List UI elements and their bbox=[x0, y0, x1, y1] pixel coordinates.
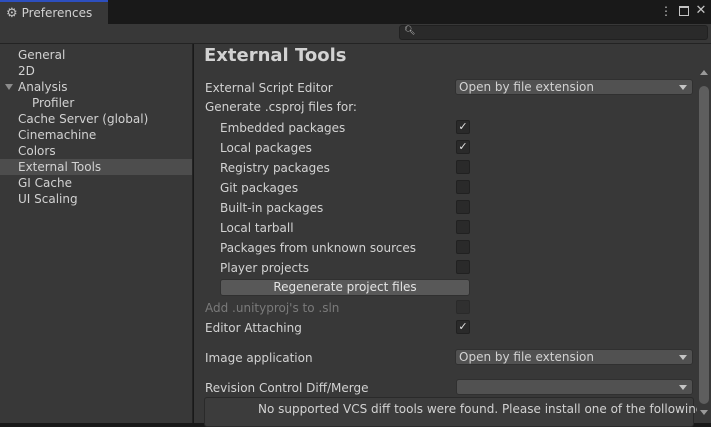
package-label-player-projects: Player projects bbox=[220, 261, 310, 275]
package-label-unknown-sources: Packages from unknown sources bbox=[220, 241, 416, 255]
sidebar-item-profiler[interactable]: Profiler bbox=[0, 95, 192, 111]
package-label-builtin: Built-in packages bbox=[220, 201, 324, 215]
git-packages-checkbox[interactable] bbox=[456, 180, 470, 194]
more-options-icon[interactable]: ⋮ bbox=[659, 4, 673, 18]
dropdown-value: Open by file extension bbox=[459, 80, 594, 94]
sidebar-item-cache-server[interactable]: Cache Server (global) bbox=[0, 111, 192, 127]
chevron-down-icon bbox=[679, 85, 687, 90]
sidebar-item-general[interactable]: General bbox=[0, 47, 192, 63]
foldout-expanded-icon[interactable] bbox=[5, 84, 13, 90]
image-application-dropdown[interactable]: Open by file extension bbox=[455, 349, 693, 365]
editor-attaching-label: Editor Attaching bbox=[205, 321, 302, 335]
package-label-git: Git packages bbox=[220, 181, 299, 195]
package-label-local-tarball: Local tarball bbox=[220, 221, 294, 235]
package-label-local: Local packages bbox=[220, 141, 312, 155]
dropdown-value: Open by file extension bbox=[459, 350, 594, 364]
registry-packages-checkbox[interactable] bbox=[456, 160, 470, 174]
sidebar-item-cinemachine[interactable]: Cinemachine bbox=[0, 127, 192, 143]
revision-control-dropdown[interactable] bbox=[456, 379, 693, 395]
builtin-packages-checkbox[interactable] bbox=[456, 200, 470, 214]
local-tarball-checkbox[interactable] bbox=[456, 220, 470, 234]
revision-control-label: Revision Control Diff/Merge bbox=[205, 381, 369, 395]
scrollbar-thumb[interactable] bbox=[699, 86, 709, 404]
image-application-label: Image application bbox=[205, 351, 313, 365]
scroll-down-icon[interactable] bbox=[700, 410, 708, 415]
sidebar: General 2D Analysis Profiler Cache Serve… bbox=[0, 44, 193, 423]
search-icon: 🔍︎ bbox=[404, 26, 416, 36]
tab-preferences[interactable]: ⚙ Preferences bbox=[0, 0, 108, 24]
vcs-help-text: No supported VCS diff tools were found. … bbox=[258, 402, 704, 416]
tab-title: Preferences bbox=[21, 6, 93, 20]
gear-icon: ⚙ bbox=[6, 5, 18, 21]
embedded-packages-checkbox[interactable]: ✓ bbox=[456, 120, 470, 134]
regenerate-project-files-button[interactable]: Regenerate project files bbox=[220, 279, 470, 296]
sidebar-item-analysis[interactable]: Analysis bbox=[0, 79, 192, 95]
player-projects-checkbox[interactable] bbox=[456, 260, 470, 274]
close-icon[interactable]: ✕ bbox=[694, 4, 708, 18]
add-unityproj-checkbox[interactable] bbox=[456, 300, 470, 314]
chevron-down-icon bbox=[679, 385, 687, 390]
sidebar-item-gi-cache[interactable]: GI Cache bbox=[0, 175, 192, 191]
external-script-editor-dropdown[interactable]: Open by file extension bbox=[455, 79, 693, 95]
sidebar-item-external-tools[interactable]: External Tools bbox=[0, 159, 192, 175]
page-title: External Tools bbox=[204, 45, 347, 66]
sidebar-item-label: Analysis bbox=[18, 80, 68, 94]
add-unityproj-label: Add .unityproj's to .sln bbox=[205, 301, 340, 315]
editor-attaching-checkbox[interactable]: ✓ bbox=[456, 320, 470, 334]
maximize-icon[interactable] bbox=[679, 6, 689, 16]
chevron-down-icon bbox=[679, 355, 687, 360]
package-label-embedded: Embedded packages bbox=[220, 121, 346, 135]
search-input[interactable]: 🔍︎ bbox=[399, 25, 708, 40]
scroll-up-icon[interactable] bbox=[700, 70, 708, 75]
external-script-editor-label: External Script Editor bbox=[205, 81, 333, 95]
generate-csproj-label: Generate .csproj files for: bbox=[205, 100, 357, 114]
local-packages-checkbox[interactable]: ✓ bbox=[456, 140, 470, 154]
unknown-sources-checkbox[interactable] bbox=[456, 240, 470, 254]
sidebar-item-ui-scaling[interactable]: UI Scaling bbox=[0, 191, 192, 207]
package-label-registry: Registry packages bbox=[220, 161, 330, 175]
sidebar-item-colors[interactable]: Colors bbox=[0, 143, 192, 159]
sidebar-item-2d[interactable]: 2D bbox=[0, 63, 192, 79]
